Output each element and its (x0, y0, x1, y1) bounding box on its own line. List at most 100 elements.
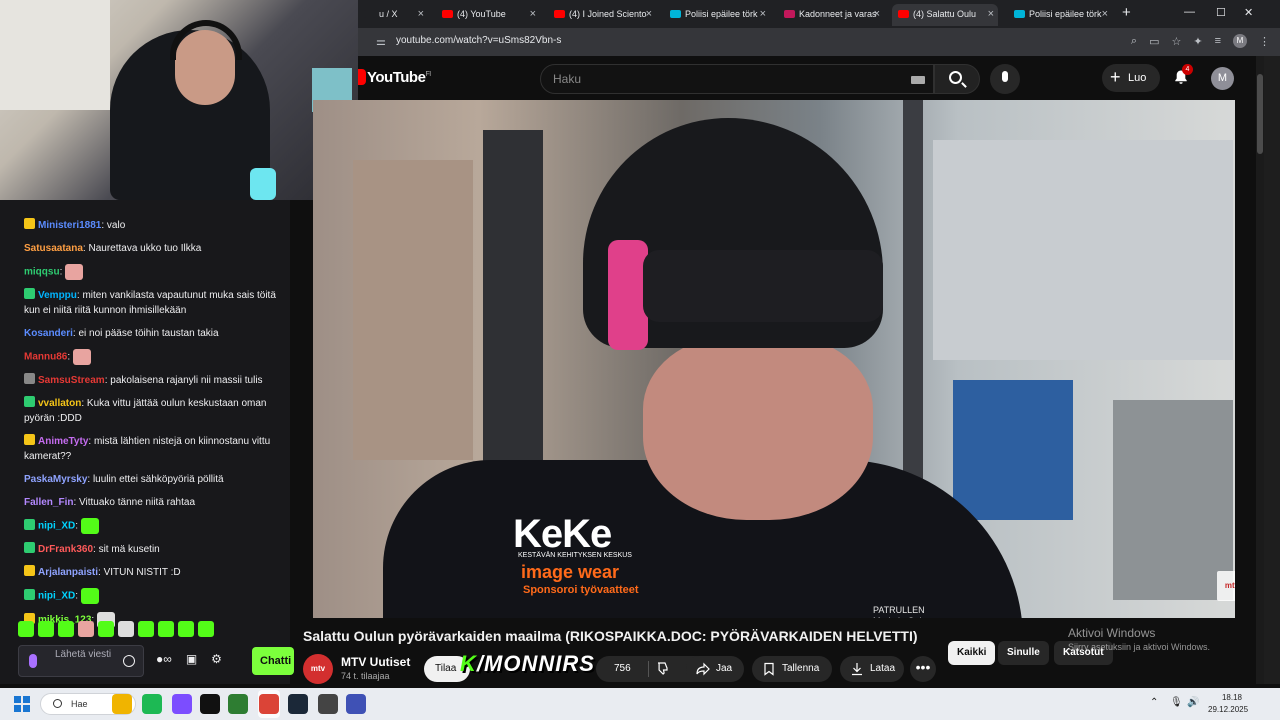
browser-tab[interactable]: (4) Salattu Oulu × (892, 4, 998, 26)
chat-badge-icon[interactable] (24, 434, 35, 445)
search-button[interactable] (934, 64, 980, 94)
taskbar-app-icon[interactable] (172, 694, 192, 714)
chat-badge-icon[interactable] (24, 396, 35, 407)
chat-emote-icon[interactable] (81, 518, 100, 534)
points-icon[interactable]: ●∞ (156, 652, 172, 666)
emote-icon[interactable] (118, 621, 134, 637)
download-button[interactable]: Lataa (840, 656, 904, 682)
chat-emote-icon[interactable] (81, 588, 100, 604)
chat-badge-icon[interactable] (24, 588, 35, 600)
notifications-bell-icon[interactable]: 4 (1173, 64, 1193, 85)
chat-badge-icon[interactable] (24, 218, 35, 229)
tab-close-icon[interactable]: × (1102, 4, 1108, 24)
chat-username[interactable]: vvallaton (38, 398, 81, 409)
emote-icon[interactable] (158, 621, 174, 637)
save-button[interactable]: Tallenna (752, 656, 832, 682)
voice-search-mic-icon[interactable] (990, 64, 1020, 94)
taskbar-clock[interactable]: 18.18 29.12.2025 (1208, 692, 1248, 716)
taskbar-app-icon[interactable] (346, 694, 366, 714)
emote-icon[interactable] (38, 621, 54, 637)
video-player[interactable]: KeKe KESTÄVÄN KEHITYKSEN KESKUS image we… (313, 100, 1235, 618)
chat-username[interactable]: nipi_XD (38, 591, 75, 602)
channel-name[interactable]: MTV Uutiset (341, 655, 410, 669)
chat-badge-icon[interactable] (24, 542, 35, 553)
tab-close-icon[interactable]: × (874, 4, 880, 24)
emote-icon[interactable] (138, 621, 154, 637)
emote-icon[interactable] (58, 621, 74, 637)
chat-username[interactable]: Fallen_Fin (24, 497, 73, 508)
dislike-thumb-icon[interactable] (656, 661, 670, 675)
tab-close-icon[interactable]: × (530, 4, 536, 24)
tab-close-icon[interactable]: × (418, 4, 424, 24)
chat-username[interactable]: SamsuStream (38, 375, 105, 386)
chat-emote-icon[interactable] (65, 264, 84, 280)
tab-close-icon[interactable]: × (646, 4, 652, 24)
chat-badge-icon[interactable] (24, 373, 35, 384)
page-scrollbar[interactable] (1256, 56, 1264, 684)
browser-tab[interactable]: u / X × (358, 4, 428, 26)
chip-all[interactable]: Kaikki (948, 641, 996, 665)
emote-picker-icon[interactable] (123, 655, 135, 667)
maximize-button[interactable]: ☐ (1216, 6, 1226, 19)
chat-badge-icon[interactable] (24, 518, 35, 530)
chat-username[interactable]: DrFrank360 (38, 544, 93, 555)
new-tab-button[interactable]: + (1122, 4, 1131, 21)
more-actions-button[interactable]: ••• (910, 656, 936, 682)
channel-avatar[interactable]: mtv (303, 654, 333, 684)
scrollbar-thumb[interactable] (1257, 74, 1263, 154)
taskbar-app-icon[interactable] (318, 694, 338, 714)
chat-username[interactable]: nipi_XD (38, 521, 75, 532)
taskbar-app-icon[interactable] (112, 694, 132, 714)
chip-for-you[interactable]: Sinulle (998, 641, 1049, 665)
chat-username[interactable]: Ministeri1881 (38, 220, 101, 231)
account-avatar[interactable]: M (1211, 67, 1234, 90)
browser-menu-icon[interactable]: ⋮ (1259, 35, 1270, 48)
close-window-button[interactable]: ✕ (1244, 6, 1253, 19)
emote-icon[interactable] (198, 621, 214, 637)
taskbar-app-icon[interactable] (259, 694, 279, 714)
browser-tab[interactable]: Poliisi epäilee törk × (664, 4, 770, 26)
taskbar-app-icon[interactable] (200, 694, 220, 714)
settings-gear-icon[interactable]: ⚙ (211, 652, 222, 666)
reading-list-icon[interactable]: ≡ (1215, 35, 1221, 47)
chat-username[interactable]: Vemppu (38, 290, 77, 301)
url-field[interactable]: youtube.com/watch?v=uSms82Vbn-s (396, 35, 561, 46)
create-button[interactable]: + Luo (1102, 64, 1160, 92)
chat-badge-icon[interactable] (24, 288, 35, 299)
chat-emote-icon[interactable] (73, 349, 92, 365)
chat-username[interactable]: miqqsu (24, 267, 60, 278)
emote-bar[interactable] (18, 621, 214, 637)
store-icon[interactable]: ▣ (186, 652, 197, 666)
taskbar-app-icon[interactable] (288, 694, 308, 714)
extensions-icon[interactable]: ✦ (1193, 35, 1202, 48)
chat-username[interactable]: Satusaatana (24, 243, 83, 254)
taskbar-app-icon[interactable] (142, 694, 162, 714)
chat-username[interactable]: Arjalanpaisti (38, 567, 98, 578)
chat-message-list[interactable]: Ministeri1881: valo Satusaatana: Nauretta… (0, 214, 290, 632)
windows-start-icon[interactable] (14, 696, 30, 712)
chat-username[interactable]: Mannu86 (24, 352, 67, 363)
tab-close-icon[interactable]: × (988, 4, 994, 24)
tray-chevron-icon[interactable]: ⌃ (1150, 697, 1158, 708)
search-input[interactable]: Haku (540, 64, 934, 94)
chat-badge-icon[interactable] (24, 565, 35, 576)
browser-profile-avatar[interactable]: M (1233, 34, 1247, 48)
browser-tab[interactable]: (4) YouTube × (436, 4, 540, 26)
tab-close-icon[interactable]: × (760, 4, 766, 24)
chat-username[interactable]: AnimeTyty (38, 436, 88, 447)
like-count[interactable]: 756 (614, 663, 631, 674)
emote-icon[interactable] (18, 621, 34, 637)
share-button[interactable]: Jaa (686, 656, 744, 682)
taskbar-app-icon[interactable] (228, 694, 248, 714)
tray-mic-icon[interactable]: 🎙 (1170, 697, 1183, 708)
zoom-icon[interactable]: ⌕ (1131, 35, 1137, 48)
browser-tab[interactable]: Kadonneet ja varas × (778, 4, 884, 26)
bookmark-star-icon[interactable]: ☆ (1171, 35, 1181, 48)
emote-icon[interactable] (78, 621, 94, 637)
cast-icon[interactable]: ▭ (1149, 35, 1159, 48)
site-info-icon[interactable]: ⚌ (376, 35, 386, 48)
tray-volume-icon[interactable]: 🔊 (1187, 697, 1199, 708)
emote-icon[interactable] (98, 621, 114, 637)
emote-icon[interactable] (178, 621, 194, 637)
browser-tab[interactable]: (4) I Joined Sciento × (548, 4, 656, 26)
